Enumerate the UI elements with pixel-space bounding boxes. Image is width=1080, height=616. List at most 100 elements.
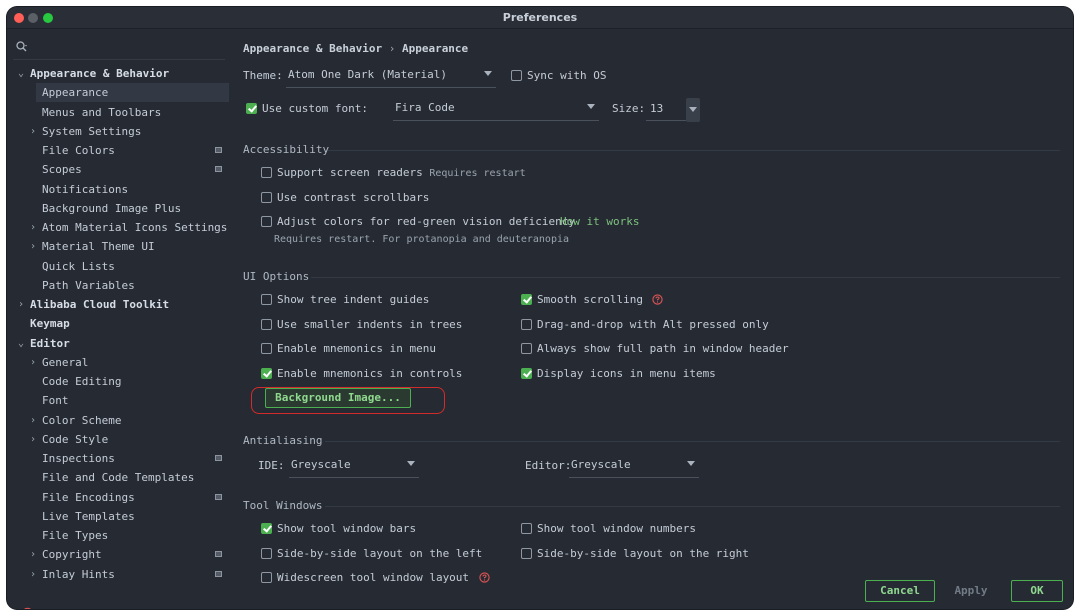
option-checkbox[interactable] — [261, 343, 272, 355]
sidebar-item-label: Scopes — [42, 163, 82, 177]
sidebar-item[interactable]: Menus and Toolbars — [7, 103, 229, 122]
sidebar-item[interactable]: File Encodings — [7, 488, 229, 507]
project-scope-icon — [215, 147, 222, 153]
settings-search-input[interactable] — [13, 38, 225, 60]
chevron-down-icon[interactable]: ⌄ — [18, 334, 28, 353]
theme-dropdown[interactable]: Atom One Dark (Material) — [286, 64, 496, 88]
sidebar-item[interactable]: Path Variables — [7, 276, 229, 295]
sidebar-item[interactable]: Quick Lists — [7, 257, 229, 276]
sidebar-item[interactable]: Keymap — [7, 314, 229, 333]
breadcrumb-parent[interactable]: Appearance & Behavior — [243, 42, 382, 55]
sidebar-item-label: Inspections — [42, 452, 115, 465]
option-checkbox[interactable] — [261, 572, 272, 584]
chevron-right-icon[interactable]: › — [30, 218, 40, 237]
sidebar-item[interactable]: Inspections — [7, 449, 229, 468]
question-circle-icon[interactable] — [652, 294, 663, 305]
option-checkbox[interactable] — [261, 294, 272, 305]
antialiasing-title: Antialiasing — [243, 434, 323, 447]
cancel-button[interactable]: Cancel — [865, 580, 935, 602]
question-circle-icon[interactable] — [21, 607, 34, 609]
sidebar-item[interactable]: File Types — [7, 526, 229, 545]
sidebar-item-label: Code Editing — [42, 375, 122, 388]
sidebar-item-label: Keymap — [30, 317, 70, 331]
custom-font-label: Use custom font: — [262, 102, 368, 115]
option-checkbox[interactable] — [521, 343, 532, 355]
option-label: Show tree indent guides — [277, 293, 430, 306]
red-green-checkbox[interactable] — [261, 216, 272, 227]
option-checkbox[interactable] — [261, 523, 272, 534]
red-green-label: Adjust colors for red-green vision defic… — [277, 215, 576, 228]
how-it-works-link[interactable]: How it works — [560, 215, 639, 228]
option-label: Side-by-side layout on the left — [277, 546, 483, 560]
search-icon — [16, 41, 27, 52]
ok-button[interactable]: OK — [1011, 580, 1063, 602]
apply-button[interactable]: Apply — [936, 580, 1006, 602]
sidebar-item[interactable]: › Code Style — [7, 430, 229, 449]
sidebar-item[interactable]: › Atom Material Icons Settings — [7, 218, 229, 237]
chevron-right-icon[interactable]: › — [18, 295, 28, 314]
ide-antialiasing-dropdown[interactable]: Greyscale — [289, 454, 419, 478]
sidebar-item-label: File and Code Templates — [42, 471, 195, 485]
font-dropdown[interactable]: Fira Code — [393, 97, 599, 121]
option-checkbox[interactable] — [521, 547, 532, 559]
sidebar-item-label: Appearance — [42, 86, 109, 100]
settings-sidebar: ⌄ Appearance & Behavior Appearance Menus an… — [7, 30, 229, 609]
chevron-down-icon[interactable]: ⌄ — [18, 64, 28, 83]
chevron-right-icon[interactable]: › — [30, 545, 40, 564]
sidebar-item[interactable]: › Material Theme UI — [7, 237, 229, 256]
chevron-right-icon[interactable]: › — [30, 353, 40, 372]
chevron-right-icon[interactable]: › — [30, 122, 40, 141]
chevron-right-icon[interactable]: › — [30, 565, 40, 584]
editor-antialiasing-dropdown[interactable]: Greyscale — [569, 454, 699, 478]
sidebar-item[interactable]: Scopes — [7, 160, 229, 179]
option-checkbox[interactable] — [521, 318, 532, 330]
sidebar-item[interactable]: Appearance — [36, 83, 229, 103]
sidebar-item[interactable]: › Copyright — [7, 545, 229, 564]
sidebar-item[interactable]: File and Code Templates — [7, 468, 229, 487]
sidebar-item[interactable]: Background Image Plus — [7, 199, 229, 218]
sidebar-item[interactable]: Code Editing — [7, 372, 229, 391]
sidebar-item-label: Copyright — [42, 548, 102, 562]
font-size-input[interactable]: 13 — [646, 97, 686, 121]
option-checkbox[interactable] — [261, 318, 272, 330]
breadcrumb-separator: › — [388, 42, 396, 55]
sidebar-item[interactable]: Notifications — [7, 180, 229, 199]
sync-with-os-checkbox[interactable] — [511, 70, 522, 81]
sidebar-item[interactable]: Live Templates — [7, 507, 229, 526]
custom-font-checkbox[interactable] — [246, 103, 257, 114]
sidebar-item[interactable]: › Inlay Hints — [7, 565, 229, 584]
theme-value: Atom One Dark (Material) — [288, 68, 447, 81]
chevron-down-icon — [407, 461, 415, 466]
font-size-dropdown-button[interactable] — [686, 98, 700, 122]
chevron-right-icon[interactable]: › — [30, 411, 40, 430]
option-checkbox[interactable] — [521, 367, 532, 379]
sidebar-item-label: Color Scheme — [42, 413, 122, 427]
contrast-scrollbars-checkbox[interactable] — [261, 192, 272, 203]
option-label: Show tool window numbers — [537, 522, 696, 535]
sidebar-item[interactable]: › Color Scheme — [7, 411, 229, 430]
option-label: Drag-and-drop with Alt pressed only — [537, 317, 769, 331]
sync-with-os-label: Sync with OS — [527, 69, 607, 82]
sidebar-item[interactable]: › System Settings — [7, 122, 229, 141]
sidebar-item[interactable]: ⌄ Editor — [7, 334, 229, 353]
sidebar-item[interactable]: Font — [7, 391, 229, 410]
font-value: Fira Code — [395, 101, 455, 114]
sidebar-item[interactable]: › Alibaba Cloud Toolkit — [7, 295, 229, 314]
sidebar-item[interactable]: File Colors — [7, 141, 229, 160]
option-checkbox[interactable] — [521, 294, 532, 305]
sidebar-item[interactable]: ⌄ Appearance & Behavior — [7, 64, 229, 83]
option-checkbox[interactable] — [261, 547, 272, 559]
option-checkbox[interactable] — [521, 523, 532, 534]
question-circle-icon[interactable] — [479, 572, 490, 583]
option-label: Show tool window bars — [277, 522, 417, 535]
background-image-button[interactable]: Background Image... — [265, 388, 411, 408]
ide-antialiasing-label: IDE: — [258, 459, 285, 472]
screen-readers-checkbox[interactable] — [261, 167, 272, 178]
chevron-right-icon[interactable]: › — [30, 237, 40, 256]
sidebar-item-label: Material Theme UI — [42, 240, 155, 254]
option-checkbox[interactable] — [261, 367, 272, 379]
sidebar-item[interactable]: › General — [7, 353, 229, 372]
section-divider — [325, 441, 1060, 442]
chevron-right-icon[interactable]: › — [30, 430, 40, 449]
sidebar-item-label: General — [42, 355, 89, 369]
